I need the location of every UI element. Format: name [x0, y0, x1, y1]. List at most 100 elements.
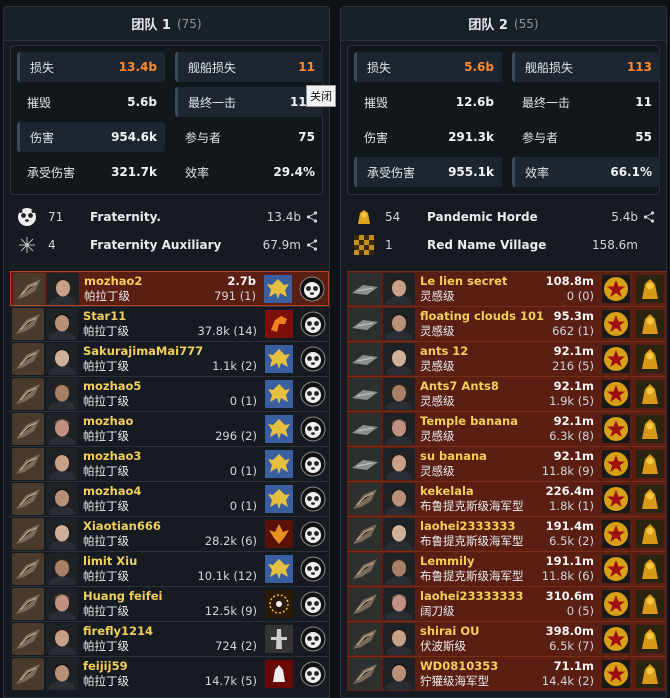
- share-icon[interactable]: [301, 239, 323, 251]
- pilot-row[interactable]: Lemmily 191.1m 布鲁提克斯级海军型 11.8k (6): [347, 551, 666, 586]
- pilot-row[interactable]: feijij59 帕拉丁级 14.7k (5): [10, 656, 329, 691]
- eagle-logo-icon[interactable]: [263, 553, 295, 585]
- phoenix-logo-icon[interactable]: [263, 518, 295, 550]
- horde-logo-icon[interactable]: [634, 658, 666, 690]
- horde-logo-icon[interactable]: [634, 378, 666, 410]
- eagle-logo-icon[interactable]: [263, 413, 295, 445]
- horse-logo-icon[interactable]: [263, 308, 295, 340]
- pilot-row[interactable]: laohei2333333 191.4m 布鲁提克斯级海军型 6.5k (2): [347, 516, 666, 551]
- ship-icon[interactable]: [349, 343, 381, 375]
- pilot-portrait-icon[interactable]: [46, 483, 78, 515]
- ship-icon[interactable]: [12, 343, 44, 375]
- pilot-row[interactable]: Le lien secret 108.8m 灵感级 0 (0): [347, 271, 666, 306]
- ship-icon[interactable]: [349, 378, 381, 410]
- alliance-item[interactable]: 54 Pandemic Horde 5.4b: [347, 203, 660, 231]
- pilot-name[interactable]: feijij59: [83, 659, 128, 674]
- panda-logo-icon[interactable]: [297, 483, 329, 515]
- horde-logo-icon[interactable]: [634, 448, 666, 480]
- wolf-logo-icon[interactable]: [263, 658, 295, 690]
- panda-logo-icon[interactable]: [297, 518, 329, 550]
- pilot-name[interactable]: mozhao3: [83, 449, 141, 464]
- pilot-name[interactable]: Xiaotian666: [83, 519, 161, 534]
- panda-logo-icon[interactable]: [297, 623, 329, 655]
- pilot-row[interactable]: Temple banana 92.1m 灵感级 6.3k (8): [347, 411, 666, 446]
- ship-icon[interactable]: [349, 413, 381, 445]
- eagle-logo-icon[interactable]: [263, 483, 295, 515]
- eagle-logo-icon[interactable]: [263, 343, 295, 375]
- tower-logo-icon[interactable]: [263, 623, 295, 655]
- pilot-portrait-icon[interactable]: [46, 378, 78, 410]
- pilot-row[interactable]: Star11 帕拉丁级 37.8k (14): [10, 306, 329, 341]
- star-corp-logo-icon[interactable]: [600, 343, 632, 375]
- pilot-portrait-icon[interactable]: [383, 658, 415, 690]
- horde-logo-icon[interactable]: [634, 413, 666, 445]
- ship-icon[interactable]: [349, 623, 381, 655]
- star-corp-logo-icon[interactable]: [600, 518, 632, 550]
- panda-logo-icon[interactable]: [297, 658, 329, 690]
- pilot-portrait-icon[interactable]: [46, 343, 78, 375]
- ship-icon[interactable]: [12, 588, 44, 620]
- panda-logo-icon[interactable]: [297, 553, 329, 585]
- pilot-portrait-icon[interactable]: [383, 413, 415, 445]
- pilot-name[interactable]: firefly1214: [83, 624, 153, 639]
- pilot-row[interactable]: su banana 92.1m 灵感级 11.8k (9): [347, 446, 666, 481]
- stars-circle-logo-icon[interactable]: [263, 588, 295, 620]
- eagle-logo-icon[interactable]: [263, 448, 295, 480]
- pilot-portrait-icon[interactable]: [383, 308, 415, 340]
- ship-icon[interactable]: [12, 658, 44, 690]
- pilot-name[interactable]: Star11: [83, 309, 126, 324]
- pilot-name[interactable]: mozhao5: [83, 379, 141, 394]
- pilot-name[interactable]: mozhao2: [84, 274, 142, 289]
- pilot-row[interactable]: mozhao 帕拉丁级 296 (2): [10, 411, 329, 446]
- horde-logo-icon[interactable]: [634, 273, 666, 305]
- pilot-name[interactable]: mozhao4: [83, 484, 141, 499]
- panda-logo-icon[interactable]: [297, 588, 329, 620]
- pilot-name[interactable]: WD0810353: [420, 659, 498, 674]
- pilot-name[interactable]: limit Xiu: [83, 554, 137, 569]
- pilot-row[interactable]: mozhao4 帕拉丁级 0 (1): [10, 481, 329, 516]
- horde-logo-icon[interactable]: [634, 483, 666, 515]
- panda-logo-icon[interactable]: [297, 343, 329, 375]
- ship-icon[interactable]: [349, 658, 381, 690]
- star-corp-logo-icon[interactable]: [600, 448, 632, 480]
- horde-logo-icon[interactable]: [634, 623, 666, 655]
- pilot-name[interactable]: mozhao: [83, 414, 133, 429]
- pilot-name[interactable]: laohei2333333: [420, 519, 516, 534]
- ship-icon[interactable]: [349, 518, 381, 550]
- ship-icon[interactable]: [349, 308, 381, 340]
- ship-icon[interactable]: [349, 553, 381, 585]
- pilot-portrait-icon[interactable]: [46, 658, 78, 690]
- pilot-row[interactable]: Huang feifei 帕拉丁级 12.5k (9): [10, 586, 329, 621]
- ship-icon[interactable]: [12, 378, 44, 410]
- alliance-item[interactable]: 71 Fraternity. 13.4b: [10, 203, 323, 231]
- pilot-name[interactable]: SakurajimaMai777: [83, 344, 203, 359]
- alliance-item[interactable]: 1 Red Name Village 158.6m: [347, 231, 660, 259]
- alliance-item[interactable]: 4 Fraternity Auxiliary 67.9m: [10, 231, 323, 259]
- panda-logo-icon[interactable]: [297, 378, 329, 410]
- horde-logo-icon[interactable]: [634, 588, 666, 620]
- ship-icon[interactable]: [12, 623, 44, 655]
- eagle-logo-icon[interactable]: [263, 378, 295, 410]
- star-corp-logo-icon[interactable]: [600, 588, 632, 620]
- ship-icon[interactable]: [13, 272, 45, 305]
- ship-icon[interactable]: [12, 413, 44, 445]
- star-corp-logo-icon[interactable]: [600, 553, 632, 585]
- star-corp-logo-icon[interactable]: [600, 378, 632, 410]
- pilot-name[interactable]: floating clouds 101: [420, 309, 544, 324]
- pilot-row[interactable]: Ants7 Ants8 92.1m 灵感级 1.9k (5): [347, 376, 666, 411]
- pilot-name[interactable]: ants 12: [420, 344, 468, 359]
- star-corp-logo-icon[interactable]: [600, 273, 632, 305]
- ship-icon[interactable]: [349, 483, 381, 515]
- pilot-row[interactable]: limit Xiu 帕拉丁级 10.1k (12): [10, 551, 329, 586]
- star-corp-logo-icon[interactable]: [600, 623, 632, 655]
- pilot-row[interactable]: kekelala 226.4m 布鲁提克斯级海军型 1.8k (1): [347, 481, 666, 516]
- pilot-name[interactable]: Huang feifei: [83, 589, 162, 604]
- pilot-name[interactable]: su banana: [420, 449, 487, 464]
- horde-logo-icon[interactable]: [634, 518, 666, 550]
- star-corp-logo-icon[interactable]: [600, 658, 632, 690]
- panda-logo-icon[interactable]: [296, 273, 328, 305]
- pilot-portrait-icon[interactable]: [46, 448, 78, 480]
- pilot-portrait-icon[interactable]: [383, 378, 415, 410]
- pilot-row[interactable]: mozhao2 2.7b 帕拉丁级 791 (1): [10, 271, 329, 306]
- pilot-name[interactable]: kekelala: [420, 484, 474, 499]
